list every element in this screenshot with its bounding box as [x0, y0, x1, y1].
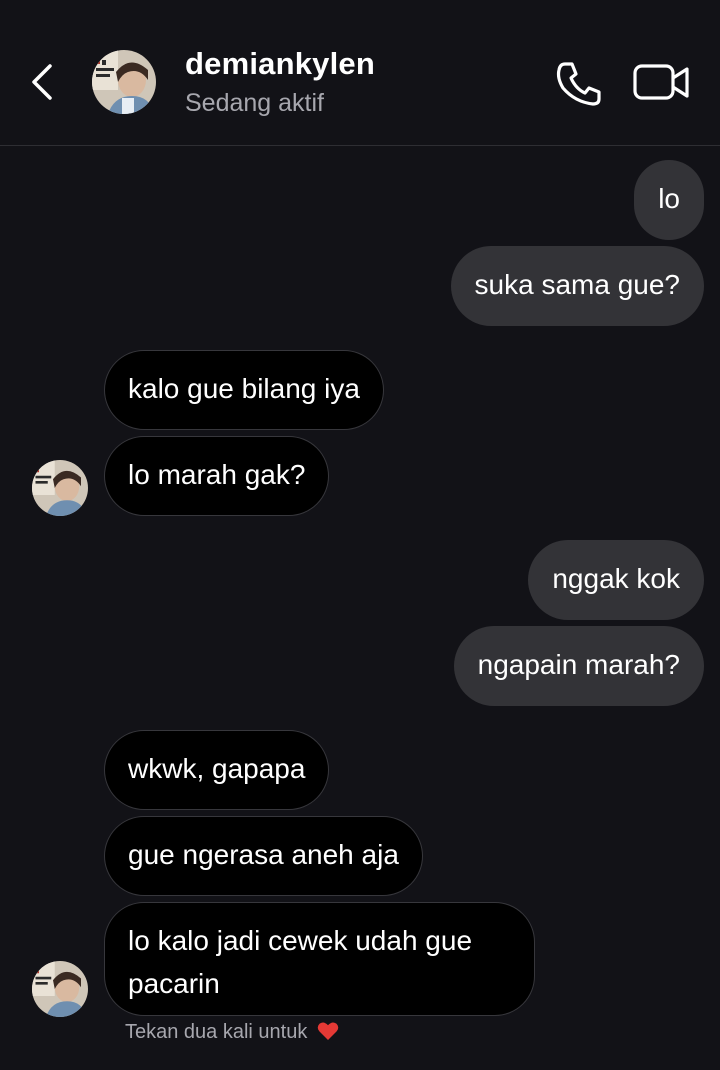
message-received[interactable]: wkwk, gapapa: [104, 730, 330, 810]
chat-header: demiankylen Sedang aktif: [0, 0, 720, 146]
message-received[interactable]: kalo gue bilang iya: [104, 350, 384, 430]
message-received[interactable]: lo marah gak?: [104, 436, 330, 516]
message-received[interactable]: gue ngerasa aneh aja: [104, 816, 423, 896]
message-received[interactable]: lo kalo jadi cewek udah gue pacarin: [104, 902, 535, 1016]
voice-call-button[interactable]: [553, 58, 605, 110]
double-tap-hint: Tekan dua kali untuk: [125, 1021, 339, 1044]
sender-avatar[interactable]: [32, 961, 88, 1017]
sender-avatar[interactable]: [32, 460, 88, 516]
message-sent[interactable]: ngapain marah?: [453, 626, 704, 706]
message-sent[interactable]: nggak kok: [528, 540, 704, 620]
profile-photo: [32, 961, 88, 1017]
active-status: Sedang aktif: [185, 89, 324, 117]
message-sent[interactable]: lo: [634, 160, 704, 240]
video-call-button[interactable]: [632, 60, 692, 106]
profile-photo: [92, 50, 156, 114]
profile-photo: [32, 460, 88, 516]
phone-icon: [556, 62, 601, 106]
chat-screen: demiankylen Sedang aktif lo suka sama gu…: [0, 0, 720, 1070]
heart-icon: [317, 1022, 339, 1040]
avatar[interactable]: [92, 50, 156, 114]
chat-username[interactable]: demiankylen: [185, 46, 375, 82]
hint-text: Tekan dua kali untuk: [125, 1021, 308, 1043]
message-sent[interactable]: suka sama gue?: [450, 246, 704, 326]
back-button[interactable]: [22, 58, 62, 106]
video-camera-icon: [633, 64, 689, 100]
chevron-left-icon: [32, 64, 52, 100]
